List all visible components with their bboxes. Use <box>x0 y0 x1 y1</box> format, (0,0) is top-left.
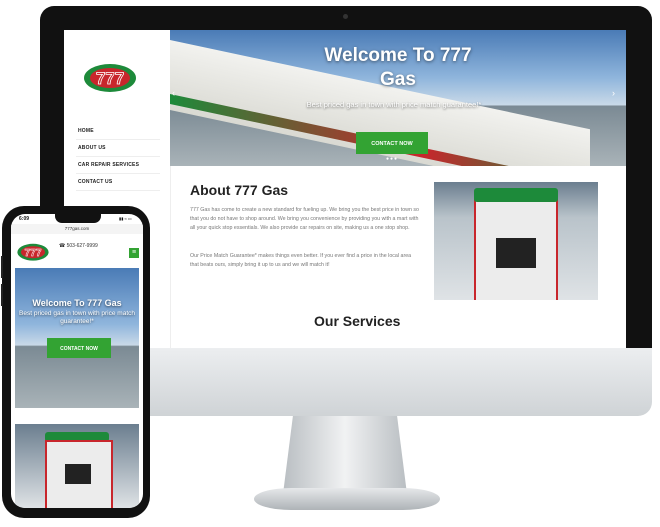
imac-stand-foot <box>254 488 440 510</box>
services-title: Our Services <box>314 313 401 329</box>
mobile-contact-now-button[interactable]: CONTACT NOW <box>47 338 111 358</box>
pump-screen <box>496 238 536 268</box>
nav-about-us[interactable]: ABOUT US <box>76 145 160 157</box>
about-paragraph-2: Our Price Match Guarantee* makes things … <box>190 253 412 268</box>
status-time: 6:09 <box>19 216 30 222</box>
phone-side-button <box>1 284 3 306</box>
phone-side-button <box>1 256 3 278</box>
nav-car-repair-services[interactable]: CAR REPAIR SERVICES <box>76 162 160 174</box>
mobile-website: 6:09 ▮▮ ≈ ▭ 777gas.com 777 ☎ 503-627-999… <box>11 214 143 508</box>
logo-777-icon: 777 <box>84 64 136 92</box>
imac-stand <box>283 416 407 494</box>
hero-subtitle: Best priced gas in town with price match… <box>306 100 482 109</box>
hero-title-line2: Gas <box>380 69 416 90</box>
pump-top <box>474 188 558 202</box>
hero-title: Welcome To 777 Gas <box>170 44 626 92</box>
mobile-phone-number[interactable]: ☎ 503-627-9999 <box>59 243 98 249</box>
pump-screen <box>65 464 91 484</box>
nav-home[interactable]: HOME <box>76 128 160 140</box>
about-title: About 777 Gas <box>190 182 289 198</box>
svg-text:777: 777 <box>96 69 124 88</box>
hero-title-line1: Welcome To 777 <box>324 45 472 66</box>
logo-777-icon: 777 <box>17 243 49 261</box>
about-paragraph-1: 777 Gas has come to create a new standar… <box>190 207 419 231</box>
slider-dots[interactable]: ●●● <box>386 156 398 162</box>
mobile-hero-subtitle: Best priced gas in town with price match… <box>19 310 135 325</box>
camera-dot <box>343 14 348 19</box>
mobile-pump-image <box>15 424 139 508</box>
url-bar[interactable]: 777gas.com <box>11 224 143 234</box>
svg-text:777: 777 <box>25 248 42 259</box>
contact-now-button[interactable]: CONTACT NOW <box>356 132 428 154</box>
nav-contact-us[interactable]: CONTACT US <box>76 179 160 191</box>
phone-notch <box>55 214 101 223</box>
status-icons: ▮▮ ≈ ▭ <box>119 216 132 221</box>
gas-pump-image <box>434 182 598 300</box>
mobile-hero-title: Welcome To 777 Gas <box>32 298 122 308</box>
menu-hamburger-icon[interactable]: ≡ <box>129 248 139 258</box>
